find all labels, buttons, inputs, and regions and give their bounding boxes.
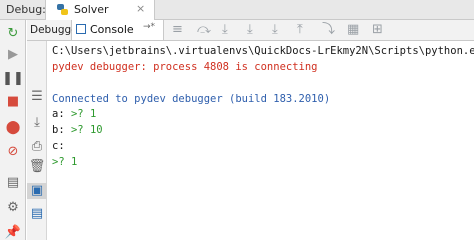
console-line: Connected to pydev debugger (build 183.2… xyxy=(52,93,331,105)
prompt-label: a: xyxy=(52,108,65,120)
pin-icon[interactable]: 📌 xyxy=(0,225,26,241)
run-tab-label: Solver xyxy=(74,3,109,16)
prompt-value: >? 10 xyxy=(70,124,103,136)
input-prompt-line: a: >? 1 xyxy=(52,107,96,121)
python-icon xyxy=(57,4,68,15)
prompt-value: >? 1 xyxy=(70,108,97,120)
run-tab-solver[interactable]: Solver × xyxy=(45,0,155,20)
prompt-value: >? 1 xyxy=(52,156,78,168)
tab-console-label: Console xyxy=(90,23,134,36)
step-into-icon[interactable]: ⤓ xyxy=(222,22,228,38)
console-line: pydev debugger: process 4808 is connecti… xyxy=(52,61,318,73)
rerun-icon[interactable]: ↻ xyxy=(0,26,26,42)
tab-debugger[interactable]: Debugger xyxy=(27,20,82,40)
show-python-prompt-icon[interactable]: ▣ xyxy=(27,183,47,199)
restore-layout-icon[interactable]: →* xyxy=(143,22,155,32)
force-step-into-icon[interactable]: ⤓ xyxy=(272,22,278,38)
tab-console[interactable]: Console →* xyxy=(72,20,164,40)
step-over-icon[interactable]: ⤼ xyxy=(197,22,211,38)
console-output[interactable]: C:\Users\jetbrains\.virtualenvs\QuickDoc… xyxy=(47,41,474,240)
prompt-label: c: xyxy=(52,140,65,152)
mute-breakpoints-icon[interactable]: ⊘ xyxy=(0,144,26,160)
console-line: C:\Users\jetbrains\.virtualenvs\QuickDoc… xyxy=(52,45,474,57)
console-icon xyxy=(76,24,86,34)
clear-all-icon[interactable]: 🗑 xyxy=(27,159,47,175)
debug-tabs-toolbar: Debugger Console →* ≡ ⤼ ⤓ ⤓ ⤓ ⤒ ⤵ ▦ ⊞ xyxy=(27,20,474,41)
show-execution-point-icon[interactable]: ≡ xyxy=(172,22,183,38)
close-icon[interactable]: × xyxy=(136,2,145,15)
settings-icon[interactable]: ⚙ xyxy=(0,200,26,216)
input-prompt-line: c: xyxy=(52,139,65,153)
table-view-icon[interactable]: ⊞ xyxy=(372,22,383,38)
console-side-toolbar: ☰ ⤓ ⎙ 🗑 ≡ ▣ ▤ xyxy=(27,41,47,240)
pause-icon[interactable]: ❚❚ xyxy=(0,71,26,87)
run-to-cursor-icon[interactable]: ⤵ xyxy=(322,22,335,38)
debug-label: Debug: xyxy=(6,3,46,16)
variables-view-icon[interactable]: ▤ xyxy=(27,206,47,222)
layout-settings-icon[interactable]: ▤ xyxy=(0,175,26,191)
scroll-to-end-icon[interactable]: ⤓ xyxy=(27,115,47,131)
step-out-icon[interactable]: ⤒ xyxy=(297,22,303,38)
prompt-label: b: xyxy=(52,124,65,136)
print-icon[interactable]: ⎙ xyxy=(27,139,47,155)
view-breakpoints-icon[interactable]: ⬤ xyxy=(0,120,26,136)
debug-title-bar: Debug: Solver × xyxy=(0,0,474,20)
debug-left-toolbar: ↻ ▶ ❚❚ ■ ⬤ ⊘ ▤ ⚙ 📌 xyxy=(0,20,26,240)
step-into-my-code-icon[interactable]: ⤓ xyxy=(247,22,253,38)
resume-icon[interactable]: ▶ xyxy=(0,47,26,63)
stop-icon[interactable]: ■ xyxy=(0,94,26,110)
input-prompt-line[interactable]: >? 1 xyxy=(52,155,77,169)
input-prompt-line: b: >? 10 xyxy=(52,123,103,137)
soft-wrap-icon[interactable]: ☰ xyxy=(27,89,47,105)
evaluate-expression-icon[interactable]: ▦ xyxy=(347,22,359,38)
